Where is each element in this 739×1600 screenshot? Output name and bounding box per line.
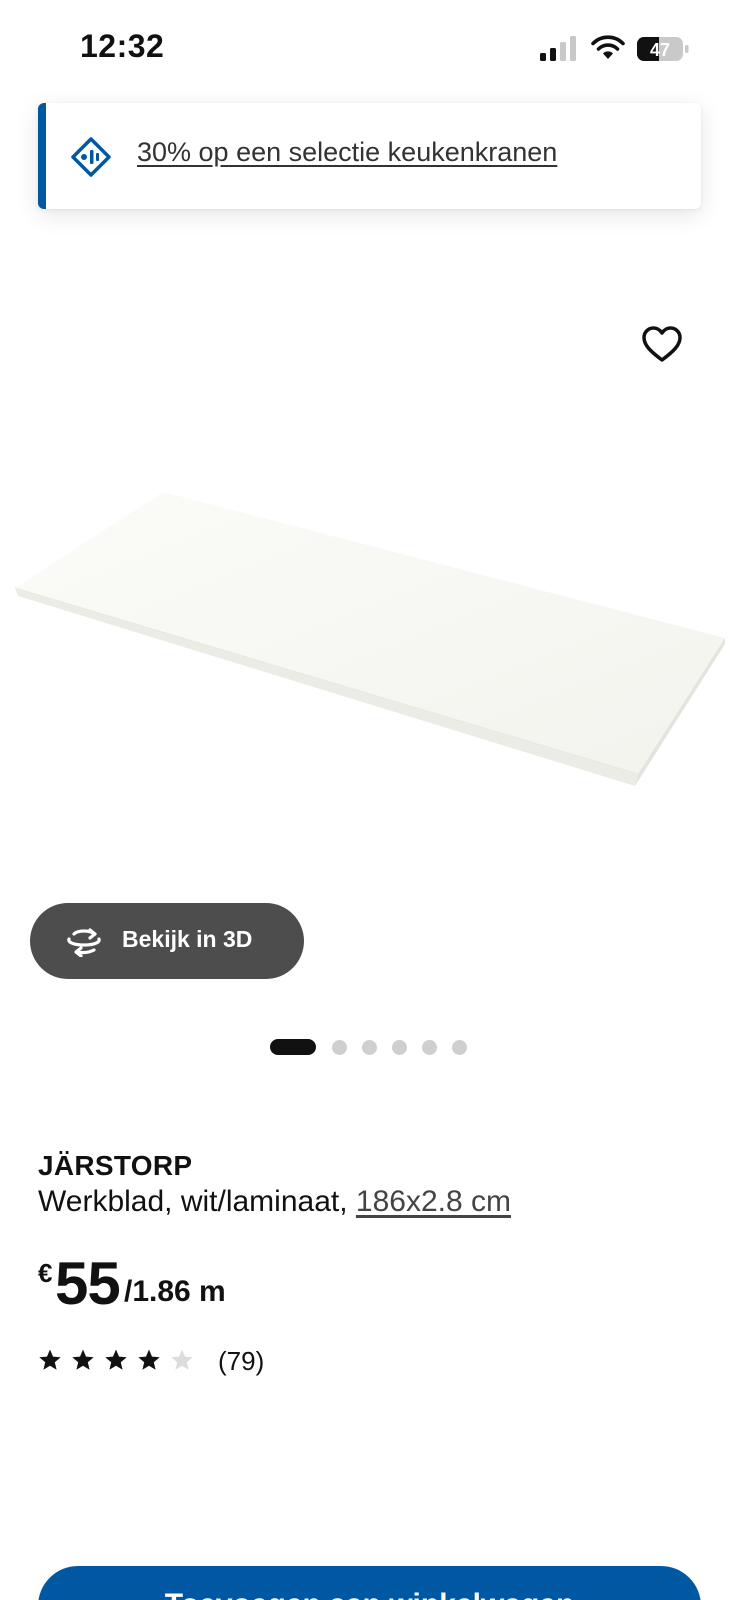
promo-link[interactable]: 30% op een selectie keukenkranen bbox=[137, 137, 557, 168]
carousel-dot-active[interactable] bbox=[270, 1039, 316, 1055]
review-count[interactable]: (79) bbox=[218, 1346, 264, 1377]
rotate-3d-icon bbox=[67, 928, 101, 957]
add-to-cart-label: Toevoegen aan winkelwagen bbox=[38, 1588, 701, 1600]
price-tag-icon bbox=[71, 137, 111, 177]
status-bar: 12:32 47 bbox=[0, 0, 739, 96]
promo-banner[interactable]: 30% op een selectie keukenkranen bbox=[38, 103, 701, 209]
view-3d-button[interactable]: Bekijk in 3D bbox=[30, 903, 304, 979]
heart-icon bbox=[642, 326, 682, 362]
star-filled-icon bbox=[138, 1349, 160, 1370]
wifi-icon bbox=[591, 35, 625, 59]
star-empty-icon bbox=[171, 1349, 193, 1370]
carousel-dot[interactable] bbox=[452, 1040, 467, 1055]
star-filled-icon bbox=[39, 1349, 61, 1370]
image-carousel-pager[interactable] bbox=[270, 1038, 480, 1056]
promo-accent-bar bbox=[38, 103, 46, 209]
battery-icon: 47 bbox=[637, 37, 689, 61]
price-unit: /1.86 m bbox=[124, 1275, 226, 1308]
product-name: JÄRSTORP bbox=[38, 1150, 193, 1181]
carousel-dot[interactable] bbox=[392, 1040, 407, 1055]
star-filled-icon bbox=[105, 1349, 127, 1370]
add-to-cart-button[interactable]: Toevoegen aan winkelwagen bbox=[38, 1566, 701, 1600]
cellular-signal-icon bbox=[540, 36, 576, 61]
price-currency: € bbox=[38, 1258, 53, 1288]
price-amount: 55 bbox=[55, 1250, 121, 1317]
product-rating[interactable]: (79) bbox=[38, 1346, 338, 1376]
view-3d-label: Bekijk in 3D bbox=[122, 926, 253, 952]
status-time: 12:32 bbox=[80, 28, 165, 64]
favorite-button[interactable] bbox=[640, 322, 684, 366]
product-description-text: Werkblad, wit/laminaat, bbox=[38, 1185, 356, 1218]
product-description: Werkblad, wit/laminaat, 186x2.8 cm bbox=[38, 1185, 511, 1219]
carousel-dot[interactable] bbox=[332, 1040, 347, 1055]
star-filled-icon bbox=[72, 1349, 94, 1370]
product-dimensions-link[interactable]: 186x2.8 cm bbox=[356, 1185, 511, 1218]
battery-level: 47 bbox=[650, 40, 670, 60]
product-image[interactable] bbox=[0, 470, 739, 800]
carousel-dot[interactable] bbox=[362, 1040, 377, 1055]
carousel-dot[interactable] bbox=[422, 1040, 437, 1055]
